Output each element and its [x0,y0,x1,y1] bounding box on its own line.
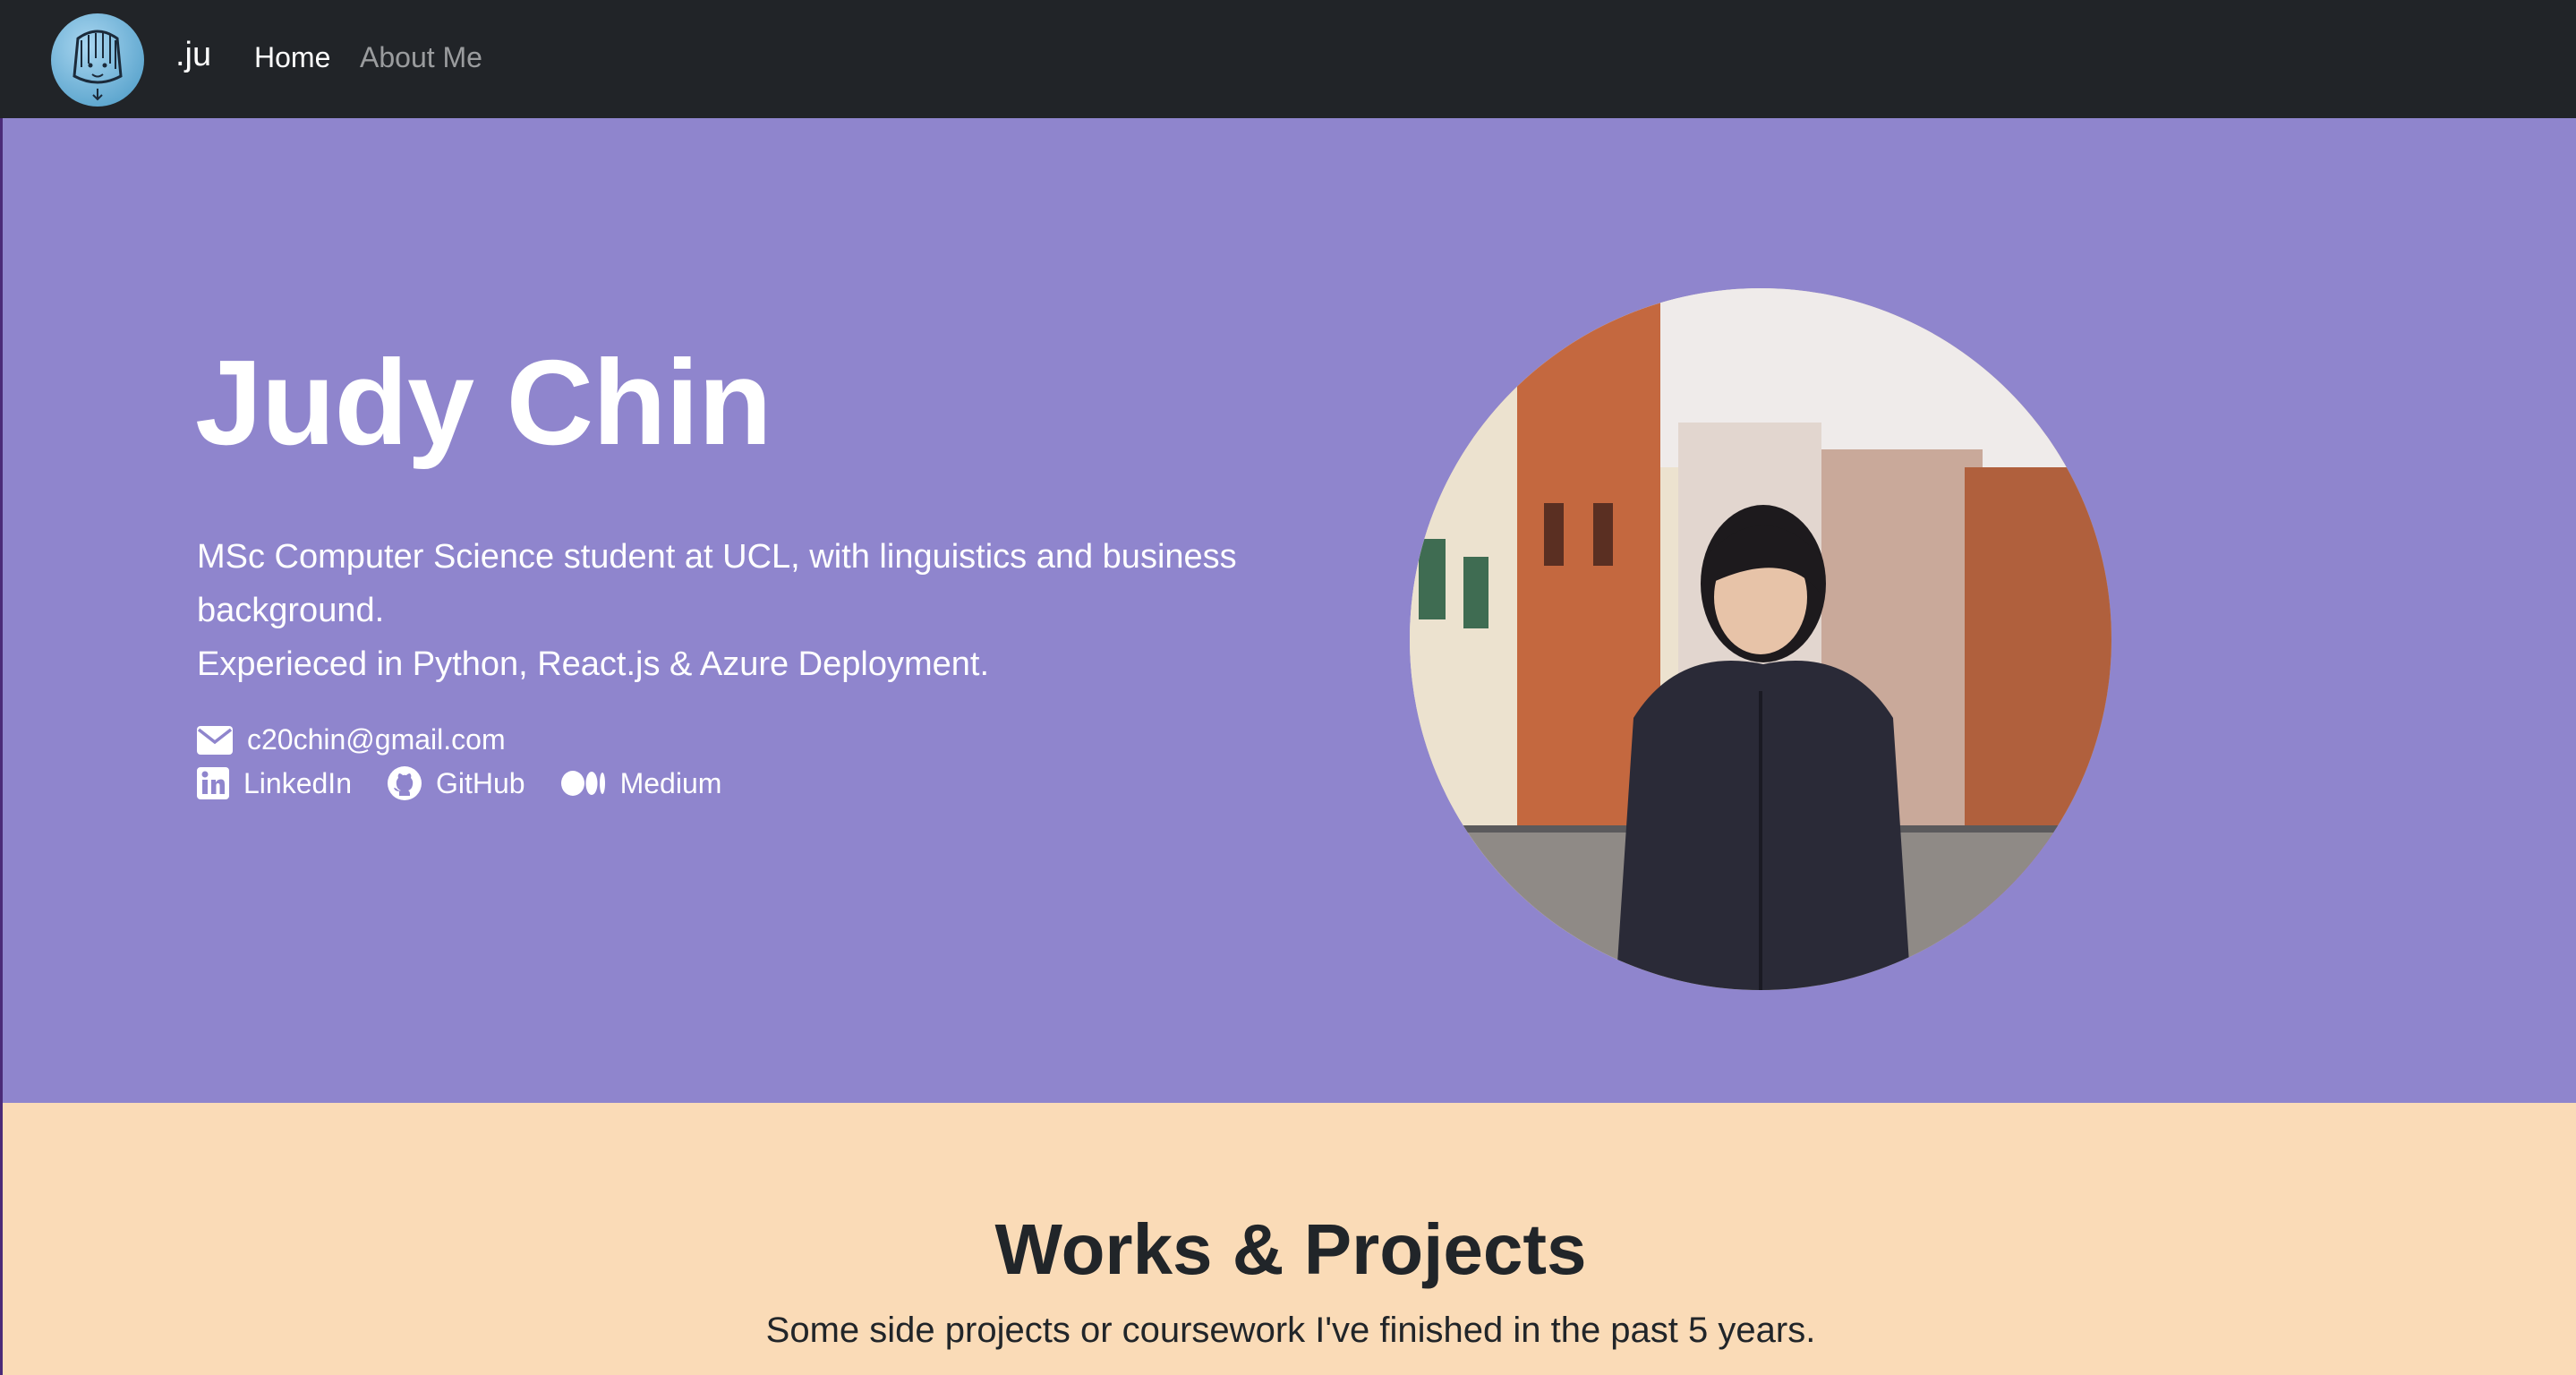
profile-photo-illustration [1410,288,2111,990]
hero-description: MSc Computer Science student at UCL, wit… [197,530,1325,691]
linkedin-link[interactable]: LinkedIn [197,767,352,800]
linkedin-icon [197,767,229,799]
hero-name: Judy Chin [195,335,772,470]
works-title: Works & Projects [994,1209,1587,1289]
contact-email-row: c20chin@gmail.com [197,723,542,756]
linkedin-label: LinkedIn [243,766,352,799]
hero-description-line-2: Experieced in Python, React.js & Azure D… [197,645,990,683]
email-text: c20chin@gmail.com [247,723,506,756]
hero-section: Judy Chin MSc Computer Science student a… [0,118,2576,1103]
navbar: .ju Home About Me [0,0,2576,118]
brand-avatar-logo[interactable] [51,13,144,107]
email-link[interactable]: c20chin@gmail.com [197,723,506,756]
avatar-illustration [73,30,123,101]
envelope-icon [197,725,233,755]
github-link[interactable]: GitHub [387,766,525,800]
brand-text[interactable]: .ju [175,36,211,74]
social-links-row: LinkedIn GitHub Medium [197,766,757,800]
medium-icon [560,771,605,796]
profile-photo [1410,288,2111,990]
github-label: GitHub [435,766,525,799]
medium-link[interactable]: Medium [560,766,722,800]
medium-label: Medium [619,766,722,799]
works-section: Works & Projects Some side projects or c… [0,1103,2576,1375]
hero-description-line-1: MSc Computer Science student at UCL, wit… [197,538,1237,629]
nav-link-about-me[interactable]: About Me [360,41,482,74]
nav-link-home[interactable]: Home [254,41,330,74]
github-icon [387,766,422,800]
works-subtitle: Some side projects or coursework I've fi… [765,1311,1816,1350]
